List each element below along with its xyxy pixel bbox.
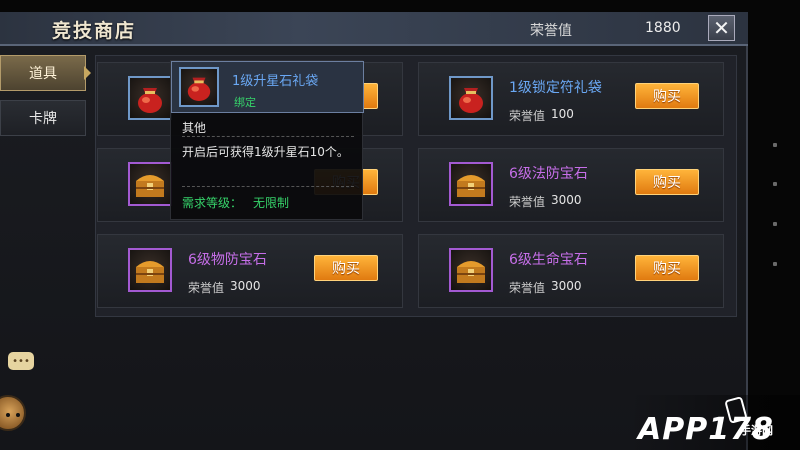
treasure-chest-icon bbox=[136, 261, 164, 283]
item-price: 100 bbox=[551, 107, 574, 121]
item-icon[interactable] bbox=[128, 76, 172, 120]
edge-dot bbox=[773, 143, 777, 147]
tooltip-item-name: 1级升星石礼袋 bbox=[232, 74, 319, 89]
edge-dot bbox=[773, 182, 777, 186]
treasure-chest-icon bbox=[136, 175, 164, 197]
watermark-subtitle: 手游网 bbox=[740, 424, 773, 437]
item-tooltip: 1级升星石礼袋 绑定 其他 开启后可获得1级升星石10个。 需求等级： 无限制 bbox=[170, 60, 364, 220]
item-price-label: 荣誉值 bbox=[509, 281, 546, 295]
buy-button[interactable]: 购买 bbox=[314, 255, 378, 281]
tooltip-header: 1级升星石礼袋 绑定 bbox=[171, 61, 364, 113]
tooltip-requirement-label: 需求等级： bbox=[182, 196, 243, 210]
tooltip-requirement-value: 无限制 bbox=[253, 196, 290, 210]
item-price: 3000 bbox=[551, 279, 582, 293]
edge-dot bbox=[773, 262, 777, 266]
item-name: 6级生命宝石 bbox=[509, 252, 588, 268]
treasure-chest-icon bbox=[457, 261, 485, 283]
item-price-label: 荣誉值 bbox=[509, 109, 546, 123]
red-pouch-icon bbox=[187, 77, 211, 101]
item-name: 6级物防宝石 bbox=[188, 252, 267, 268]
game-screen: 竞技商店 荣誉值 1880 ✕ 道具 卡牌 购买 bbox=[0, 0, 800, 450]
close-icon: ✕ bbox=[713, 16, 730, 40]
item-icon[interactable] bbox=[128, 162, 172, 206]
honor-label: 荣誉值 bbox=[530, 23, 572, 39]
tab-items[interactable]: 道具 bbox=[0, 55, 86, 91]
red-pouch-icon bbox=[138, 88, 162, 113]
shop-item-card: 1级锁定符礼袋 荣誉值 100 购买 bbox=[418, 62, 724, 136]
close-button[interactable]: ✕ bbox=[708, 15, 735, 41]
shop-item-card: 6级物防宝石 荣誉值 3000 购买 bbox=[97, 234, 403, 308]
item-icon[interactable] bbox=[128, 248, 172, 292]
item-price-label: 荣誉值 bbox=[188, 281, 225, 295]
item-icon[interactable] bbox=[449, 162, 493, 206]
buy-button[interactable]: 购买 bbox=[635, 255, 699, 281]
pet-eye bbox=[6, 413, 10, 417]
tooltip-category: 其他 bbox=[182, 121, 207, 135]
pet-eye bbox=[16, 413, 20, 417]
tab-cards[interactable]: 卡牌 bbox=[0, 100, 86, 136]
item-price: 3000 bbox=[551, 193, 582, 207]
item-price-label: 荣誉值 bbox=[509, 195, 546, 209]
tooltip-divider bbox=[182, 186, 354, 187]
tooltip-description: 开启后可获得1级升星石10个。 bbox=[182, 145, 349, 159]
item-icon[interactable] bbox=[449, 248, 493, 292]
edge-dot bbox=[773, 222, 777, 226]
buy-button[interactable]: 购买 bbox=[635, 83, 699, 109]
chat-icon[interactable]: ••• bbox=[8, 352, 34, 370]
shop-item-card: 6级法防宝石 荣誉值 3000 购买 bbox=[418, 148, 724, 222]
tooltip-divider bbox=[182, 136, 354, 137]
buy-button[interactable]: 购买 bbox=[635, 169, 699, 195]
item-name: 6级法防宝石 bbox=[509, 166, 588, 182]
active-tab-arrow-icon bbox=[84, 66, 91, 80]
item-price: 3000 bbox=[230, 279, 261, 293]
honor-value: 1880 bbox=[645, 20, 681, 36]
red-pouch-icon bbox=[459, 88, 483, 113]
item-name: 1级锁定符礼袋 bbox=[509, 80, 602, 96]
treasure-chest-icon bbox=[457, 175, 485, 197]
item-icon[interactable] bbox=[449, 76, 493, 120]
tooltip-item-icon bbox=[179, 67, 219, 107]
shop-item-card: 6级生命宝石 荣誉值 3000 购买 bbox=[418, 234, 724, 308]
page-title: 竞技商店 bbox=[52, 20, 137, 42]
tooltip-bind-status: 绑定 bbox=[234, 96, 256, 109]
